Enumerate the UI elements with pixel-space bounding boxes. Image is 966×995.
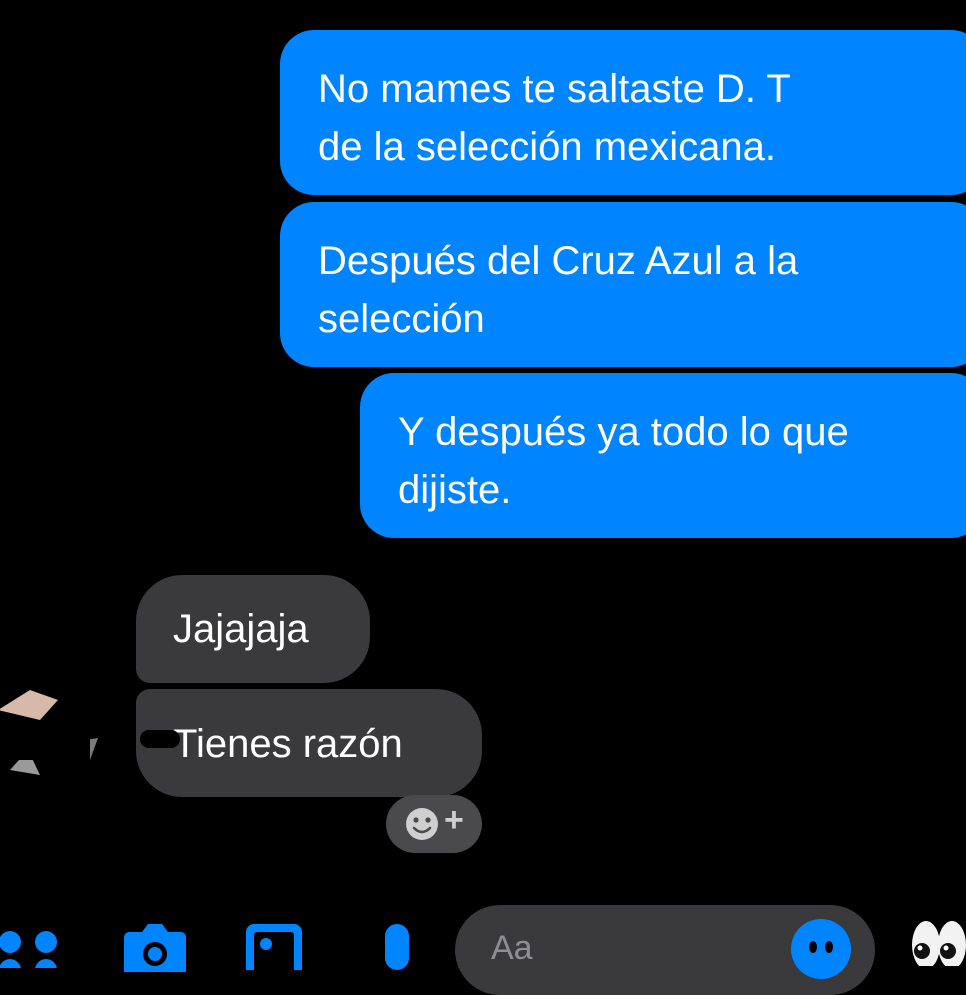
sender-avatar[interactable] — [0, 680, 100, 790]
add-reaction-plus: + — [444, 801, 464, 839]
eyes-emoji-icon[interactable] — [910, 915, 966, 969]
emoji-icon[interactable] — [789, 917, 853, 981]
gallery-icon[interactable] — [244, 920, 304, 980]
message-text: No mames te saltaste D. T — [318, 67, 791, 111]
microphone-icon[interactable] — [372, 920, 422, 970]
message-text: Y después ya todo lo que — [398, 410, 849, 454]
message-bubble-sent[interactable]: Y después ya todo lo que dijiste. — [360, 373, 966, 538]
message-composer[interactable]: Aa — [455, 905, 875, 995]
redaction-mark — [140, 730, 180, 748]
message-bubble-received[interactable]: Tienes razón — [136, 689, 482, 797]
menu-dots-icon[interactable] — [0, 928, 70, 981]
message-text: Después del Cruz Azul a la — [318, 239, 799, 283]
composer-input[interactable]: Aa — [491, 929, 533, 968]
add-reaction-button[interactable]: + — [386, 795, 482, 853]
add-reaction-icon — [406, 808, 438, 840]
message-bubble-sent[interactable]: Después del Cruz Azul a la selección — [280, 202, 966, 367]
message-bubble-sent[interactable]: No mames te saltaste D. T de la selecció… — [280, 30, 966, 195]
message-text: de la selección mexicana. — [318, 125, 777, 169]
message-text: selección — [318, 297, 485, 341]
message-bubble-received[interactable]: Jajajaja — [136, 575, 370, 683]
camera-icon[interactable] — [120, 922, 190, 972]
message-text: Tienes razón — [173, 722, 403, 766]
message-text: Jajajaja — [173, 607, 309, 651]
message-text: dijiste. — [398, 468, 512, 512]
